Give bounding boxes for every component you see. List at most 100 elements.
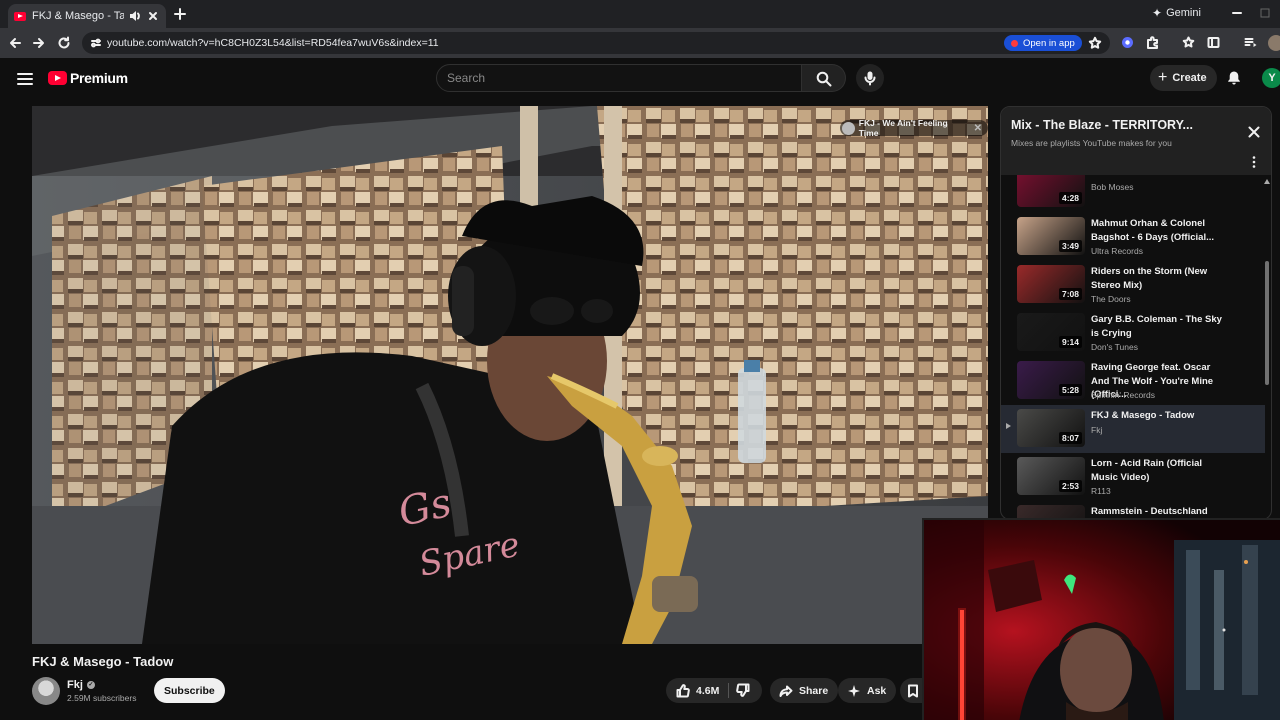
playlist-items: 4:28 Bob Moses 3:49 Mahmut Orhan & Colonel …: [1001, 175, 1265, 519]
browser-tab-strip: FKJ & Masego - Tadow - Yo ✦ Gemini: [0, 0, 1280, 28]
subscriber-count: 2.59M subscribers: [67, 693, 137, 703]
close-icon[interactable]: ✕: [974, 123, 982, 134]
forward-icon[interactable]: [32, 36, 46, 50]
voice-search-button[interactable]: [856, 64, 884, 92]
ask-label: Ask: [867, 684, 887, 697]
subscribe-button[interactable]: Subscribe: [154, 678, 225, 703]
playlist-item-thumbnail[interactable]: 8:07: [1017, 409, 1085, 447]
playlist-item-channel: Spinnin' Records: [1091, 390, 1155, 400]
profile-avatar[interactable]: [1268, 35, 1280, 51]
browser-tab-active[interactable]: FKJ & Masego - Tadow - Yo: [8, 4, 166, 28]
video-title: FKJ & Masego - Tadow: [32, 654, 174, 669]
new-tab-icon[interactable]: [172, 6, 188, 22]
playlist-item-title[interactable]: Gary B.B. Coleman - The Sky is Crying: [1091, 313, 1231, 340]
gemini-label: Gemini: [1166, 7, 1201, 19]
site-info-icon[interactable]: [90, 37, 102, 49]
close-icon[interactable]: [1247, 125, 1261, 139]
close-tab-icon[interactable]: [146, 9, 160, 23]
playlist-item-title[interactable]: FKJ & Masego - Tadow: [1091, 409, 1231, 423]
duration-badge: 5:28: [1058, 384, 1082, 396]
playlist-item-thumbnail[interactable]: 4:28: [1017, 175, 1085, 207]
create-label: Create: [1172, 72, 1207, 84]
omnibox[interactable]: youtube.com/watch?v=hC8CH0Z3L54&list=RD5…: [82, 32, 1110, 54]
webcam-overlay: [922, 518, 1280, 720]
tab-search-icon[interactable]: [1207, 36, 1220, 49]
browser-address-bar: youtube.com/watch?v=hC8CH0Z3L54&list=RD5…: [0, 28, 1280, 58]
notifications-bell-icon[interactable]: [1226, 70, 1242, 86]
plus-icon: +: [1158, 69, 1168, 86]
speaker-icon[interactable]: [128, 9, 142, 23]
gemini-button[interactable]: ✦ Gemini: [1152, 6, 1201, 20]
extensions-puzzle-icon[interactable]: [1146, 36, 1159, 49]
search-box[interactable]: [436, 64, 802, 92]
like-button[interactable]: 4.6M: [666, 678, 728, 703]
playlist-item[interactable]: 9:14 Gary B.B. Coleman - The Sky is Cryin…: [1001, 309, 1265, 357]
playlist-item[interactable]: 4:28 Bob Moses: [1001, 175, 1265, 213]
share-button[interactable]: Share: [770, 678, 839, 703]
playlist-item-channel: The Doors: [1091, 294, 1131, 304]
logo-text: Premium: [70, 70, 128, 86]
bookmark-star-icon[interactable]: [1088, 36, 1102, 50]
thumbs-up-icon: [676, 683, 690, 698]
more-vert-icon[interactable]: [1249, 155, 1259, 169]
url-text[interactable]: youtube.com/watch?v=hC8CH0Z3L54&list=RD5…: [107, 37, 439, 49]
search-input[interactable]: [447, 70, 787, 86]
end-card-title: FKJ - We Ain't Feeling Time: [858, 118, 948, 138]
bookmarks-icon[interactable]: [1182, 36, 1195, 49]
playlist-item-title[interactable]: Riders on the Storm (New Stereo Mix): [1091, 265, 1231, 292]
ask-button[interactable]: Ask: [838, 678, 897, 703]
channel-name-link[interactable]: Fkj ✓: [67, 679, 95, 691]
scrollbar-thumb[interactable]: [1265, 261, 1269, 385]
search-button[interactable]: [802, 64, 846, 92]
video-player[interactable]: Gs Spare FKJ - We Ain't Feeling Time ✕: [32, 106, 988, 644]
end-card-suggestion[interactable]: FKJ - We Ain't Feeling Time ✕: [840, 118, 988, 138]
playlist-item[interactable]: 7:08 Riders on the Storm (New Stereo Mix)…: [1001, 261, 1265, 309]
duration-badge: 8:07: [1058, 432, 1082, 444]
playlist-item[interactable]: 2:53 Lorn - Acid Rain (Official Music Vid…: [1001, 453, 1265, 501]
share-arrow-icon: [779, 685, 793, 697]
playlist-item-thumbnail[interactable]: 7:08: [1017, 265, 1085, 303]
playlist-scrollbar[interactable]: [1263, 175, 1271, 519]
back-icon[interactable]: [8, 36, 22, 50]
divider: [728, 683, 729, 698]
playlist-item-thumbnail[interactable]: 5:28: [1017, 361, 1085, 399]
playlist-item[interactable]: 5:28 Raving George feat. Oscar And The Wo…: [1001, 357, 1265, 405]
microphone-icon: [864, 71, 876, 86]
channel-name: Fkj: [67, 679, 83, 691]
youtube-premium-logo[interactable]: Premium: [48, 70, 128, 86]
playlist-item-channel: Fkj: [1091, 425, 1103, 435]
search-icon: [816, 71, 831, 87]
extension-vpn-icon[interactable]: [1121, 36, 1134, 49]
thumbs-down-icon[interactable]: [736, 683, 750, 697]
duration-badge: 2:53: [1058, 480, 1082, 492]
scroll-up-arrow-icon[interactable]: [1264, 179, 1270, 184]
playlist-item[interactable]: 8:07 FKJ & Masego - Tadow Fkj: [1001, 405, 1265, 453]
maximize-icon[interactable]: [1258, 6, 1272, 20]
gemini-sparkle-icon: ✦: [1152, 6, 1163, 20]
reload-icon[interactable]: [57, 36, 71, 50]
playlist-item-title[interactable]: Mahmut Orhan & Colonel Bagshot - 6 Days …: [1091, 217, 1231, 244]
open-in-app-button[interactable]: Open in app: [1004, 35, 1082, 51]
mix-playlist-panel: Mix - The Blaze - TERRITORY... Mixes are…: [1000, 106, 1272, 520]
playlist-item-thumbnail[interactable]: 2:53: [1017, 457, 1085, 495]
video-frame: Gs Spare: [32, 106, 988, 644]
minimize-icon[interactable]: [1230, 6, 1244, 20]
media-controls-icon[interactable]: [1244, 36, 1257, 49]
playlist-title[interactable]: Mix - The Blaze - TERRITORY...: [1011, 118, 1193, 132]
channel-avatar[interactable]: [32, 677, 60, 705]
account-avatar[interactable]: Y: [1262, 68, 1280, 88]
playlist-item[interactable]: 3:49 Mahmut Orhan & Colonel Bagshot - 6 D…: [1001, 213, 1265, 261]
duration-badge: 9:14: [1058, 336, 1082, 348]
create-button[interactable]: + Create: [1150, 65, 1217, 91]
duration-badge: 3:49: [1058, 240, 1082, 252]
playlist-item-title[interactable]: Lorn - Acid Rain (Official Music Video): [1091, 457, 1231, 484]
hamburger-menu-icon[interactable]: [16, 70, 34, 88]
now-playing-icon: [1006, 423, 1011, 429]
bookmark-icon: [908, 684, 918, 698]
end-card-avatar: [842, 121, 855, 135]
youtube-logo-icon: [48, 71, 67, 85]
youtube-header: Premium + Create Y: [0, 58, 1280, 100]
verified-check-icon: ✓: [86, 681, 95, 689]
playlist-item-thumbnail[interactable]: 9:14: [1017, 313, 1085, 351]
playlist-item-thumbnail[interactable]: 3:49: [1017, 217, 1085, 255]
